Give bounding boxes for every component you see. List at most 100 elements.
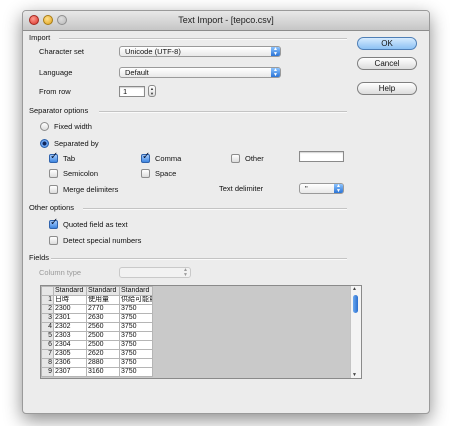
table-cell: 3750	[119, 349, 153, 359]
separated-by-radio[interactable]	[40, 139, 49, 148]
import-section-label: Import	[29, 33, 51, 42]
table-row: 8 2306 2880 3750	[41, 358, 153, 368]
table-cell: 2302	[53, 322, 87, 332]
scroll-down-arrow-icon[interactable]: ▼	[352, 372, 357, 378]
other-separator-input[interactable]	[299, 151, 344, 162]
fields-preview-grid[interactable]: Standard Standard Standard 1 日時 使用量 供給可能量 2…	[40, 285, 362, 379]
scroll-up-arrow-icon[interactable]: ▲	[352, 286, 357, 292]
row-header: 9	[41, 367, 54, 377]
ok-button[interactable]: OK	[357, 37, 417, 50]
tab-label: Tab	[63, 154, 76, 163]
table-cell: 3750	[119, 304, 153, 314]
from-row-stepper[interactable]: ▲ ▼	[148, 85, 156, 97]
character-set-select[interactable]: Unicode (UTF-8) ▲ ▼	[119, 46, 281, 57]
row-header: 7	[41, 349, 54, 359]
table-cell: 2307	[53, 367, 87, 377]
table-row: 5 2303 2500 3750	[41, 331, 153, 341]
popup-arrows-icon: ▲ ▼	[271, 47, 280, 56]
fields-section-label: Fields	[29, 253, 50, 262]
row-header: 5	[41, 331, 54, 341]
table-cell: 3750	[119, 340, 153, 350]
space-label: Space	[155, 169, 177, 178]
semicolon-label: Semicolon	[63, 169, 99, 178]
row-header: 1	[41, 295, 54, 305]
popup-arrows-icon: ▲ ▼	[183, 267, 188, 278]
table-cell: 2500	[86, 331, 120, 341]
merge-delimiters-checkbox[interactable]	[49, 185, 58, 194]
character-set-value: Unicode (UTF-8)	[125, 47, 181, 56]
from-row-value: 1	[123, 87, 128, 96]
comma-label: Comma	[155, 154, 182, 163]
table-row: 7 2305 2620 3750	[41, 349, 153, 359]
text-delimiter-select[interactable]: " ▲ ▼	[299, 183, 344, 194]
table-cell: 2303	[53, 331, 87, 341]
row-header: 6	[41, 340, 54, 350]
table-cell: 3750	[119, 313, 153, 323]
help-button[interactable]: Help	[357, 82, 417, 95]
space-checkbox[interactable]	[141, 169, 150, 178]
language-value: Default	[125, 68, 149, 77]
table-cell: 2306	[53, 358, 87, 368]
column-type-select[interactable]: ▲ ▼	[119, 267, 191, 278]
detect-special-numbers-label: Detect special numbers	[63, 236, 142, 245]
corner-cell	[41, 286, 54, 296]
detect-special-numbers-checkbox[interactable]	[49, 236, 58, 245]
quoted-field-label: Quoted field as text	[63, 220, 128, 229]
popup-arrows-icon: ▲ ▼	[271, 68, 280, 77]
table-cell: 3750	[119, 367, 153, 377]
cancel-button[interactable]: Cancel	[357, 57, 417, 70]
table-cell: 使用量	[86, 295, 120, 305]
table-cell: 日時	[53, 295, 87, 305]
table-cell: 2300	[53, 304, 87, 314]
from-row-input[interactable]: 1	[119, 86, 145, 97]
popup-arrows-icon: ▲ ▼	[334, 184, 343, 193]
separator-divider	[99, 111, 347, 113]
table-row: 1 日時 使用量 供給可能量	[41, 295, 153, 305]
preview-table: Standard Standard Standard 1 日時 使用量 供給可能量 2…	[41, 286, 153, 377]
fixed-width-radio[interactable]	[40, 122, 49, 131]
other-options-section-label: Other options	[29, 203, 75, 212]
table-cell: 2301	[53, 313, 87, 323]
text-delimiter-label: Text delimiter	[219, 184, 264, 193]
table-row: 2 2300 2770 3750	[41, 304, 153, 314]
table-cell: 2630	[86, 313, 120, 323]
row-header: 2	[41, 304, 54, 314]
table-row: 9 2307 3160 3750	[41, 367, 153, 377]
preview-vertical-scrollbar[interactable]: ▲ ▼	[350, 286, 361, 378]
table-cell: 2304	[53, 340, 87, 350]
import-divider	[59, 38, 347, 40]
window-title: Text Import - [tepco.csv]	[178, 15, 274, 25]
other-label: Other	[245, 154, 264, 163]
table-cell: 3160	[86, 367, 120, 377]
table-cell: 2620	[86, 349, 120, 359]
row-header: 3	[41, 313, 54, 323]
comma-checkbox[interactable]	[141, 151, 150, 163]
table-cell: 2560	[86, 322, 120, 332]
title-bar: Text Import - [tepco.csv]	[23, 11, 429, 31]
row-header: 4	[41, 322, 54, 332]
column-header[interactable]: Standard	[53, 286, 87, 296]
table-cell: 2770	[86, 304, 120, 314]
merge-delimiters-label: Merge delimiters	[63, 185, 119, 194]
table-row: 4 2302 2560 3750	[41, 322, 153, 332]
table-cell: 3750	[119, 322, 153, 332]
column-header[interactable]: Standard	[119, 286, 153, 296]
fixed-width-label: Fixed width	[54, 122, 92, 131]
table-row: 6 2304 2500 3750	[41, 340, 153, 350]
fields-divider	[51, 258, 347, 260]
semicolon-checkbox[interactable]	[49, 169, 58, 178]
table-cell: 供給可能量	[119, 295, 153, 305]
column-header[interactable]: Standard	[86, 286, 120, 296]
language-select[interactable]: Default ▲ ▼	[119, 67, 281, 78]
text-delimiter-value: "	[305, 184, 308, 193]
quoted-field-checkbox[interactable]	[49, 217, 58, 229]
scrollbar-thumb[interactable]	[353, 295, 358, 313]
column-header-row: Standard Standard Standard	[41, 286, 153, 296]
other-options-divider	[83, 208, 347, 210]
tab-checkbox[interactable]	[49, 151, 58, 163]
language-label: Language	[39, 68, 73, 77]
table-cell: 2880	[86, 358, 120, 368]
separator-section-label: Separator options	[29, 106, 89, 115]
other-checkbox[interactable]	[231, 154, 240, 163]
table-cell: 2500	[86, 340, 120, 350]
